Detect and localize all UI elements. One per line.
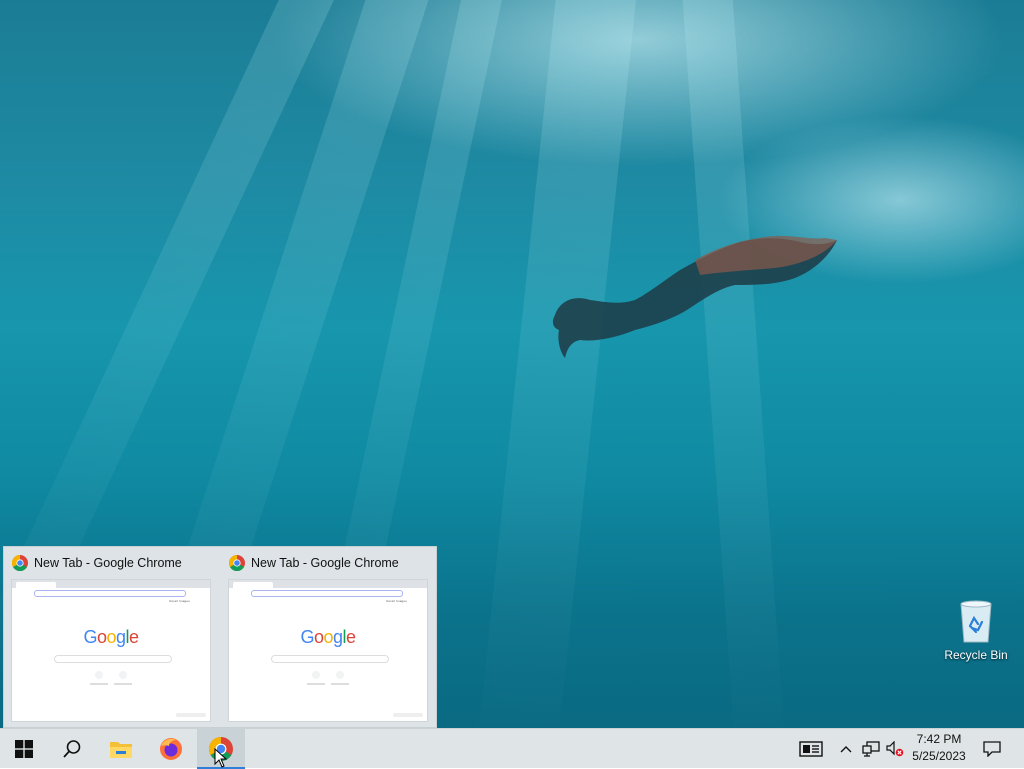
taskbar-clock[interactable]: 7:42 PM 5/25/2023 (904, 731, 974, 765)
google-logo: Google (83, 627, 139, 647)
network-icon (862, 741, 880, 757)
recycle-bin-icon (960, 600, 992, 643)
mouse-cursor-icon (214, 748, 228, 768)
file-explorer-icon (110, 742, 132, 758)
thumbnail-title: New Tab - Google Chrome (34, 556, 182, 570)
chrome-icon (12, 555, 28, 571)
action-center-icon (983, 741, 1001, 757)
firefox-icon (160, 738, 182, 760)
taskbar-thumbnail-preview: New Tab - Google Chrome Gmail Images Goo… (3, 546, 437, 728)
thumbnail-title: New Tab - Google Chrome (251, 556, 399, 570)
search-icon (63, 740, 81, 758)
desktop-icon-recycle-bin[interactable]: Recycle Bin (938, 598, 1014, 662)
news-and-interests-button[interactable] (794, 729, 828, 769)
google-logo: Google (300, 627, 356, 647)
start-button[interactable] (0, 729, 48, 769)
chevron-up-icon (840, 746, 852, 753)
action-center-button[interactable] (978, 729, 1006, 769)
file-explorer-button[interactable] (97, 729, 145, 769)
clock-date: 5/25/2023 (912, 749, 966, 763)
network-button[interactable] (859, 729, 883, 769)
search-button[interactable] (48, 729, 96, 769)
show-hidden-icons-button[interactable] (836, 729, 856, 769)
firefox-button[interactable] (147, 729, 195, 769)
taskbar: 7:42 PM 5/25/2023 (0, 728, 1024, 769)
windows-start-icon (15, 740, 33, 758)
desktop-icon-label: Recycle Bin (944, 648, 1008, 662)
clock-time: 7:42 PM (916, 732, 962, 746)
news-and-interests-icon (799, 741, 823, 757)
volume-muted-icon (886, 741, 904, 757)
volume-button[interactable] (884, 729, 906, 769)
thumbnail-image: Gmail Images Google (11, 579, 211, 722)
window-thumbnail[interactable]: New Tab - Google Chrome Gmail Images Goo… (221, 547, 431, 729)
window-thumbnail[interactable]: New Tab - Google Chrome Gmail Images Goo… (4, 547, 214, 729)
thumbnail-image: Gmail Images Google (228, 579, 428, 722)
swimmer-image (552, 235, 837, 358)
chrome-icon (229, 555, 245, 571)
